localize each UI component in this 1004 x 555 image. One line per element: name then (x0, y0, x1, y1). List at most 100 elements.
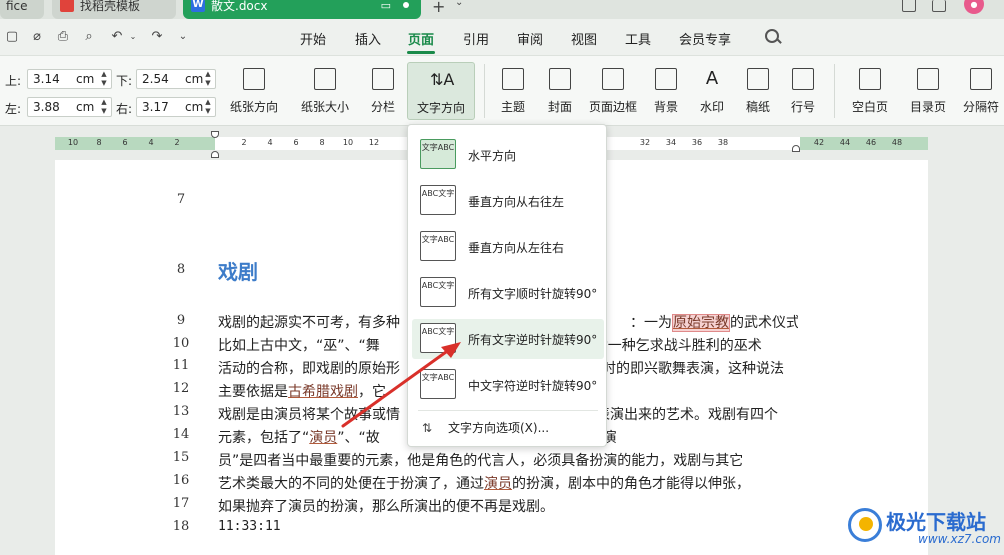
tab-office[interactable]: fice (0, 0, 44, 19)
left-indent-marker[interactable] (211, 151, 219, 158)
highlighted-link-text[interactable]: 原始宗教 (672, 314, 730, 332)
menu-page[interactable]: 页面 (408, 29, 434, 48)
more-chevron-icon[interactable]: ⌄ (176, 30, 190, 44)
toc-page-button[interactable]: 目录页 (902, 62, 954, 120)
vertical-ltr-text-icon: 文字ABC (420, 231, 456, 261)
undo-icon[interactable]: ↶ (110, 30, 124, 44)
text-run: 活动的合称，即戏剧的原始形 (218, 361, 400, 377)
cover-label: 封面 (547, 100, 572, 114)
text-line[interactable]: 如果抛弃了演员的扮演，那么所演出的便不再是戏剧。 (218, 496, 798, 516)
paper-size-label: 纸张大小 (300, 100, 349, 114)
text-direction-vertical-rtl[interactable]: ABC文字 垂直方向从右往左 (412, 181, 604, 221)
text-direction-horizontal[interactable]: 文字ABC 水平方向 (412, 135, 604, 175)
text-direction-options[interactable]: 文字方向选项(X)... (448, 419, 549, 436)
cover-button[interactable]: 封面 (538, 62, 582, 120)
underlined-text[interactable]: 演员 (309, 430, 337, 446)
text-run: 11:33:11 (218, 519, 281, 534)
print-icon[interactable]: ⎙ (56, 30, 70, 44)
underlined-text[interactable]: 演员 (484, 476, 512, 492)
margin-top-value: 3.14 (33, 72, 60, 86)
spin-down-icon[interactable]: ▼ (202, 107, 214, 116)
menu-review[interactable]: 审阅 (517, 29, 543, 48)
menu-bar: ▢ ⌀ ⎙ ⌕ ↶ ⌄ ↷ ⌄ 开始 插入 页面 引用 审阅 视图 工具 会员专… (0, 19, 1004, 56)
spin-up-icon[interactable]: ▲ (98, 70, 110, 79)
paper-size-button[interactable]: 纸张大小 (292, 62, 358, 120)
right-indent-marker[interactable] (792, 145, 800, 152)
background-button[interactable]: 背景 (644, 62, 688, 120)
window-layout-icon[interactable] (902, 0, 916, 12)
tab-document[interactable]: W 散文.docx ▭ (183, 0, 421, 19)
menu-tools[interactable]: 工具 (625, 29, 651, 48)
text-line[interactable]: 11:33:11 (218, 519, 798, 534)
line-number-label: 行号 (790, 100, 815, 114)
ruler-number: 34 (665, 138, 677, 147)
ruler-number: 46 (865, 138, 877, 147)
columns-button[interactable]: 分栏 (362, 62, 404, 120)
menu-home[interactable]: 开始 (300, 29, 326, 48)
undo-dropdown-icon[interactable]: ⌄ (126, 30, 140, 44)
line-number: 10 (172, 336, 190, 351)
redo-icon[interactable]: ↷ (150, 30, 164, 44)
margin-right-spinner[interactable]: 3.17 cm ▲ ▼ (136, 97, 216, 117)
blank-page-button[interactable]: 空白页 (842, 62, 898, 120)
spin-up-icon[interactable]: ▲ (98, 98, 110, 107)
menu-view[interactable]: 视图 (571, 29, 597, 48)
columns-icon (372, 68, 394, 90)
text-line[interactable]: 艺术类最大的不同的处便在于扮演了，通过演员的扮演，剧本中的角色才能得以伸张， (218, 473, 798, 493)
spin-up-icon[interactable]: ▲ (202, 98, 214, 107)
dropdown-divider (418, 410, 598, 411)
menu-insert[interactable]: 插入 (355, 29, 381, 48)
margin-bottom-unit: cm (185, 72, 204, 86)
margin-top-spinner[interactable]: 3.14 cm ▲ ▼ (27, 69, 112, 89)
spin-down-icon[interactable]: ▼ (98, 79, 110, 88)
cast-icon[interactable]: ▭ (381, 0, 391, 12)
page-border-icon (602, 68, 624, 90)
margin-right-label: 右: (116, 102, 133, 116)
theme-button[interactable]: 主题 (492, 62, 534, 120)
toc-page-icon (917, 68, 939, 90)
ribbon-divider (834, 64, 835, 118)
orientation-button[interactable]: 纸张方向 (222, 62, 286, 120)
watermark-name: 极光下载站 (886, 510, 986, 534)
page-border-button[interactable]: 页面边框 (586, 62, 640, 120)
watermark-button[interactable]: A 水印 (692, 62, 732, 120)
tab-templates[interactable]: 找稻壳模板 (52, 0, 176, 19)
text-direction-options-icon: ⇅ (422, 421, 433, 435)
word-doc-icon: W (191, 0, 205, 12)
ruler-number: 2 (174, 138, 180, 147)
margin-left-spinner[interactable]: 3.88 cm ▲ ▼ (27, 97, 112, 117)
text-direction-rotate-cw[interactable]: ABC文字 所有文字顺时针旋转90° (412, 273, 604, 313)
document-heading[interactable]: 戏剧 (218, 256, 258, 285)
menu-references[interactable]: 引用 (463, 29, 489, 48)
search-icon[interactable] (764, 28, 782, 46)
menu-member[interactable]: 会员专享 (679, 29, 731, 48)
underlined-text[interactable]: 古希腊戏剧 (288, 384, 358, 400)
line-number-button[interactable]: 行号 (782, 62, 824, 120)
line-number: 16 (172, 473, 190, 488)
margin-bottom-label: 下: (116, 74, 133, 88)
text-direction-rotate-ccw[interactable]: ABC文字 所有文字逆时针旋转90° (412, 319, 604, 359)
separator-button[interactable]: 分隔符 (958, 62, 1004, 120)
manuscript-button[interactable]: 稿纸 (740, 62, 776, 120)
print-preview-icon[interactable]: ⌕ (82, 30, 96, 44)
text-direction-vertical-ltr[interactable]: 文字ABC 垂直方向从左往右 (412, 227, 604, 267)
box-icon[interactable] (932, 0, 946, 12)
text-run: 员”是四者当中最重要的元素，他是角色的代言人，必须具备扮演的能力，戏剧与其它 (218, 453, 744, 469)
text-direction-button[interactable]: ⇅A 文字方向 (407, 62, 475, 120)
new-tab-plus-icon[interactable]: + (432, 0, 445, 16)
blank-page-icon (859, 68, 881, 90)
tab-list-chevron-icon[interactable]: ⌄ (455, 0, 463, 8)
save-icon[interactable]: ▢ (5, 30, 19, 44)
avatar[interactable]: ● (964, 0, 984, 14)
text-direction-cjk-rotate-ccw[interactable]: 文字ABC 中文字符逆时针旋转90° (412, 365, 604, 405)
line-number: 7 (176, 192, 186, 207)
tag-icon[interactable]: ⌀ (30, 30, 44, 44)
spin-down-icon[interactable]: ▼ (202, 79, 214, 88)
text-line[interactable]: 员”是四者当中最重要的元素，他是角色的代言人，必须具备扮演的能力，戏剧与其它 (218, 450, 798, 470)
ruler-number: 44 (839, 138, 851, 147)
spin-up-icon[interactable]: ▲ (202, 70, 214, 79)
ruler-number: 6 (293, 138, 299, 147)
spin-down-icon[interactable]: ▼ (98, 107, 110, 116)
margin-bottom-spinner[interactable]: 2.54 cm ▲ ▼ (136, 69, 216, 89)
site-logo-icon (848, 508, 882, 542)
